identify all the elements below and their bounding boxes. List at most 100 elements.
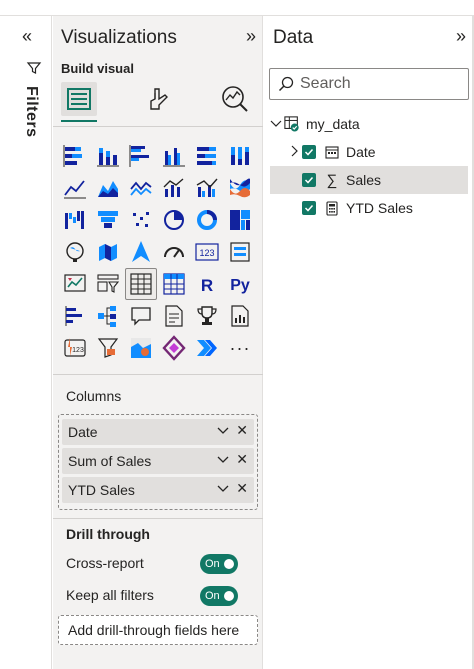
goals-visual-button[interactable] bbox=[191, 300, 223, 332]
more-visuals-visual-button[interactable]: ··· bbox=[224, 332, 256, 364]
100-bar-visual-button[interactable] bbox=[191, 140, 223, 172]
build-divider bbox=[53, 126, 263, 127]
power-apps-visual-button[interactable]: 123 bbox=[59, 332, 91, 364]
filters-label[interactable]: Filters bbox=[22, 86, 40, 138]
power-automate-visual-button[interactable] bbox=[92, 332, 124, 364]
line-chart-visual-button[interactable] bbox=[59, 172, 91, 204]
calendar-icon bbox=[324, 145, 340, 159]
paginated-report-visual-button[interactable] bbox=[224, 300, 256, 332]
stacked-bar-visual-button[interactable] bbox=[59, 140, 91, 172]
keep-all-filters-toggle[interactable]: On bbox=[200, 586, 238, 606]
matrix-icon bbox=[163, 273, 185, 295]
stacked-area-visual-button[interactable] bbox=[125, 172, 157, 204]
pie-visual-button[interactable] bbox=[158, 204, 190, 236]
map-visual-button[interactable] bbox=[59, 236, 91, 268]
analytics-icon bbox=[222, 86, 248, 112]
paginated-report-icon bbox=[231, 305, 249, 327]
stacked-bar-icon bbox=[63, 145, 82, 167]
chevron-down-icon[interactable] bbox=[216, 423, 230, 440]
azure-map-visual-button[interactable] bbox=[125, 236, 157, 268]
visualizations-expand-button[interactable]: » bbox=[246, 26, 256, 47]
sigma-icon: ∑ bbox=[326, 171, 338, 189]
matrix-visual-button[interactable] bbox=[158, 268, 190, 300]
field-row-sales[interactable]: ∑ Sales bbox=[270, 166, 468, 194]
field-row-ytd-sales[interactable]: YTD Sales bbox=[302, 194, 470, 222]
arcgis-visual-button[interactable] bbox=[125, 332, 157, 364]
search-icon bbox=[278, 76, 294, 92]
line-chart-icon bbox=[64, 180, 86, 199]
well-field-ytd-sales[interactable]: YTD Sales ✕ bbox=[62, 477, 254, 503]
python-visual-visual-button[interactable]: Py bbox=[224, 268, 256, 300]
toggle-knob bbox=[224, 591, 234, 601]
line-clustered-icon bbox=[196, 178, 218, 197]
line-column-icon bbox=[163, 178, 184, 197]
table-icon bbox=[130, 273, 152, 295]
chevron-down-icon[interactable] bbox=[270, 117, 284, 132]
clustered-bar-visual-button[interactable] bbox=[125, 140, 157, 172]
kpi-icon bbox=[64, 274, 86, 292]
close-icon[interactable]: ✕ bbox=[236, 480, 248, 497]
donut-visual-button[interactable] bbox=[191, 204, 223, 236]
search-input[interactable] bbox=[300, 75, 450, 93]
filled-map-visual-button[interactable] bbox=[92, 236, 124, 268]
chevron-down-icon[interactable] bbox=[216, 452, 230, 469]
svg-text:123: 123 bbox=[72, 347, 84, 354]
field-label: Date bbox=[346, 144, 376, 160]
100-column-visual-button[interactable] bbox=[224, 140, 256, 172]
analytics-tab[interactable] bbox=[217, 82, 253, 116]
kpi-visual-button[interactable] bbox=[59, 268, 91, 300]
scatter-visual-button[interactable] bbox=[125, 204, 157, 236]
table-my-data[interactable]: my_data bbox=[270, 110, 470, 138]
stacked-column-visual-button[interactable] bbox=[92, 140, 124, 172]
chevron-right-icon[interactable] bbox=[288, 145, 302, 160]
card-visual-button[interactable]: 123 bbox=[191, 236, 223, 268]
ribbon-chart-visual-button[interactable] bbox=[224, 172, 256, 204]
gauge-icon bbox=[164, 247, 184, 258]
columns-well[interactable]: Date ✕ Sum of Sales ✕ YTD Sales ✕ bbox=[58, 414, 258, 510]
keep-all-filters-label: Keep all filters bbox=[66, 587, 154, 603]
r-visual-visual-button[interactable]: R bbox=[191, 268, 223, 300]
waterfall-visual-button[interactable] bbox=[59, 204, 91, 236]
drill-through-drop-zone[interactable]: Add drill-through fields here bbox=[58, 615, 258, 645]
clustered-column-visual-button[interactable] bbox=[158, 140, 190, 172]
multirow-card-icon bbox=[230, 242, 250, 262]
line-column-visual-button[interactable] bbox=[158, 172, 190, 204]
well-field-date[interactable]: Date ✕ bbox=[62, 419, 254, 445]
gauge-visual-button[interactable] bbox=[158, 236, 190, 268]
close-icon[interactable]: ✕ bbox=[236, 451, 248, 468]
svg-text:R: R bbox=[201, 276, 213, 295]
field-checkbox[interactable] bbox=[302, 145, 316, 159]
format-visual-tab[interactable] bbox=[141, 82, 177, 116]
data-expand-button[interactable]: » bbox=[456, 26, 466, 47]
multirow-card-visual-button[interactable] bbox=[224, 236, 256, 268]
decomposition-tree-visual-button[interactable] bbox=[92, 300, 124, 332]
table-visual-button[interactable] bbox=[125, 268, 157, 300]
chevron-down-icon[interactable] bbox=[216, 481, 230, 498]
qa-visual-button[interactable] bbox=[125, 300, 157, 332]
search-field[interactable] bbox=[269, 68, 469, 100]
powerapps-diamond-icon bbox=[162, 335, 186, 361]
field-checkbox[interactable] bbox=[302, 173, 316, 187]
decomposition-tree-icon bbox=[98, 306, 116, 327]
narrative-visual-button[interactable] bbox=[158, 300, 190, 332]
power-automate-icon bbox=[97, 338, 119, 358]
filters-collapse-button[interactable]: « bbox=[22, 26, 32, 47]
treemap-visual-button[interactable] bbox=[224, 204, 256, 236]
powerapps-diamond-visual-button[interactable] bbox=[158, 332, 190, 364]
power-automate-chevron-visual-button[interactable] bbox=[191, 332, 223, 364]
build-visual-tab[interactable] bbox=[61, 82, 97, 116]
well-field-sum-of-sales[interactable]: Sum of Sales ✕ bbox=[62, 448, 254, 474]
slicer-icon bbox=[97, 274, 120, 293]
area-chart-visual-button[interactable] bbox=[92, 172, 124, 204]
field-row-date[interactable]: Date bbox=[288, 138, 470, 166]
build-visual-label: Build visual bbox=[61, 61, 134, 76]
field-checkbox[interactable] bbox=[302, 201, 316, 215]
close-icon[interactable]: ✕ bbox=[236, 422, 248, 439]
power-apps-icon: 123 bbox=[64, 338, 86, 357]
filters-pane[interactable]: « Filters bbox=[14, 16, 52, 669]
slicer-visual-button[interactable] bbox=[92, 268, 124, 300]
line-clustered-visual-button[interactable] bbox=[191, 172, 223, 204]
cross-report-toggle[interactable]: On bbox=[200, 554, 238, 574]
key-influencers-visual-button[interactable] bbox=[59, 300, 91, 332]
funnel-visual-button[interactable] bbox=[92, 204, 124, 236]
